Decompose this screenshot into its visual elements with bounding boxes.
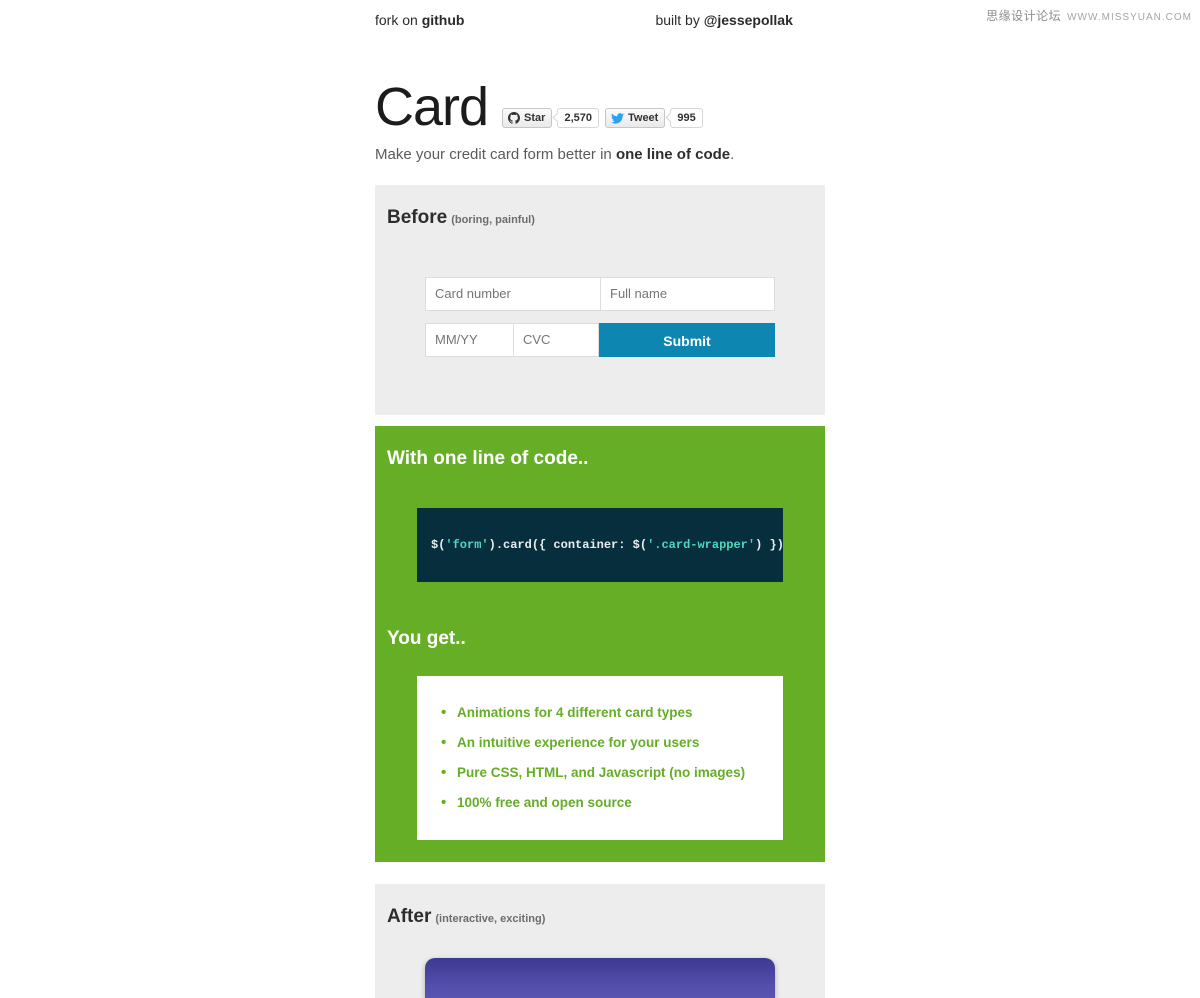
top-links-bar: fork on github built by @jessepollak [375, 8, 825, 32]
twitter-tweet-count[interactable]: 995 [670, 108, 703, 128]
form-bottom-spacer [425, 357, 775, 395]
built-by-link[interactable]: built by @jessepollak [655, 12, 792, 28]
after-subheading-text: (interactive, exciting) [435, 913, 546, 925]
expiry-input[interactable] [425, 323, 513, 357]
fork-on-github-link[interactable]: fork on github [375, 12, 464, 28]
list-item: Pure CSS, HTML, and Javascript (no image… [441, 758, 769, 788]
github-star-label: Star [524, 112, 546, 124]
code-string-card-wrapper: '.card-wrapper' [647, 538, 756, 552]
page-title: Card [375, 77, 489, 137]
twitter-tweet-button[interactable]: Tweet [604, 108, 666, 128]
full-name-input[interactable] [600, 277, 775, 311]
fork-target-text: github [421, 12, 465, 28]
before-subheading-text: (boring, painful) [451, 214, 535, 226]
code-part-3: ) }); [755, 538, 783, 552]
watermark-cn-text: 思缘设计论坛 [986, 9, 1062, 23]
submit-button[interactable]: Submit [599, 323, 775, 357]
tagline-suffix: . [730, 146, 735, 163]
form-row-top [425, 277, 775, 311]
list-item: 100% free and open source [441, 788, 769, 818]
watermark: 思缘设计论坛 WWW.MISSYUAN.COM [986, 7, 1192, 24]
feature-list-card: Animations for 4 different card types An… [417, 676, 783, 840]
feature-list: Animations for 4 different card types An… [441, 698, 769, 818]
code-string-form: 'form' [445, 538, 489, 552]
code-block: $('form').card({ container: $('.card-wra… [417, 508, 783, 582]
list-item: An intuitive experience for your users [441, 728, 769, 758]
github-star-count[interactable]: 2,570 [557, 108, 599, 128]
page-header: Card Star 2,570 Tweet 995 Make your cred… [375, 80, 825, 163]
twitter-tweet-label: Tweet [627, 112, 659, 124]
fork-prefix-text: fork on [375, 12, 422, 28]
watermark-url-text: WWW.MISSYUAN.COM [1067, 12, 1192, 23]
after-heading-text: After [387, 906, 432, 927]
tagline-prefix: Make your credit card form better in [375, 146, 616, 163]
list-item: Animations for 4 different card types [441, 698, 769, 728]
before-heading: Before (boring, painful) [387, 207, 813, 229]
github-mark-icon [508, 112, 521, 124]
built-prefix-text: built by [655, 12, 704, 28]
page-tagline: Make your credit card form better in one… [375, 146, 825, 163]
title-row: Card Star 2,570 Tweet 995 [375, 80, 825, 134]
after-section: After (interactive, exciting) [375, 884, 825, 998]
social-buttons: Star 2,570 Tweet 995 [502, 108, 703, 128]
before-section: Before(boring, painful) Submit [375, 185, 825, 415]
after-heading: After (interactive, exciting) [387, 906, 813, 928]
code-part-2: ).card({ container: $( [488, 538, 648, 552]
built-author-text: @jessepollak [703, 12, 793, 28]
interactive-credit-card[interactable] [425, 958, 775, 998]
tagline-strong: one line of code [615, 146, 731, 163]
you-get-heading: You get.. [387, 628, 466, 649]
form-row-bottom: Submit [425, 323, 775, 357]
code-part-1: $( [431, 538, 446, 552]
you-get-block: You get.. Animations for 4 different car… [387, 628, 813, 840]
card-number-input[interactable] [425, 277, 600, 311]
page-container: fork on github built by @jessepollak Car… [375, 0, 825, 998]
one-line-of-code-section: With one line of code.. $('form').card({… [375, 426, 825, 862]
twitter-bird-icon [610, 112, 624, 124]
before-form: Submit [425, 277, 775, 395]
one-line-heading: With one line of code.. [387, 448, 589, 469]
before-heading-text: Before [387, 207, 448, 228]
github-star-button[interactable]: Star [502, 108, 553, 128]
cvc-input[interactable] [513, 323, 599, 357]
after-card-area [387, 958, 813, 998]
